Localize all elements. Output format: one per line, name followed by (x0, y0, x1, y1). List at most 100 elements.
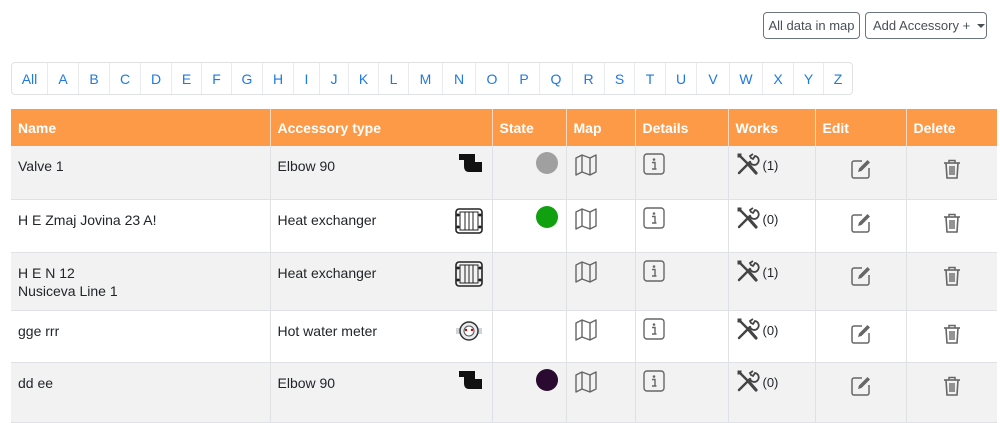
cell-works: (0) (728, 199, 816, 253)
caret-down-icon (977, 23, 986, 28)
alpha-filter-all[interactable]: All (12, 63, 47, 94)
alpha-filter-l[interactable]: L (378, 63, 408, 94)
map-icon[interactable] (574, 146, 628, 176)
works-count: (1) (762, 158, 779, 173)
alpha-filter-t[interactable]: T (634, 63, 665, 94)
works-link[interactable]: (1) (736, 146, 808, 179)
alpha-filter-m[interactable]: M (408, 63, 442, 94)
cell-delete (906, 146, 997, 200)
info-icon[interactable] (642, 253, 721, 282)
state-indicator (535, 205, 558, 228)
alpha-filter-i[interactable]: I (293, 63, 319, 94)
works-link[interactable]: (0) (736, 311, 808, 344)
alpha-filter-e[interactable]: E (171, 63, 201, 94)
works-count: (0) (762, 322, 779, 338)
cell-delete (906, 199, 997, 253)
cell-state (492, 310, 567, 363)
trash-icon[interactable] (914, 146, 991, 180)
name-line-1: H E N 12 (18, 264, 75, 281)
alpha-filter-s[interactable]: S (604, 63, 634, 94)
name-line-1: H E Zmaj Jovina 23 A! (18, 211, 157, 228)
works-link[interactable]: (0) (736, 200, 808, 233)
alpha-filter-v[interactable]: V (696, 63, 729, 94)
edit-icon[interactable] (823, 200, 899, 234)
name-line-1: gge rrr (18, 322, 60, 339)
works-link[interactable]: (0) (736, 363, 808, 396)
alpha-filter-g[interactable]: G (231, 63, 262, 94)
cell-map (566, 252, 636, 311)
cell-edit (815, 362, 907, 423)
map-icon[interactable] (574, 363, 628, 393)
map-icon[interactable] (574, 311, 628, 341)
info-icon[interactable] (642, 311, 721, 340)
alphabet-filter: All A B C D E F G H I J K L M N O P Q R S T U V W X Y Z (11, 62, 853, 95)
top-toolbar: All data in map Add Accessory + (763, 12, 987, 39)
alpha-filter-j[interactable]: J (319, 63, 348, 94)
works-count: (1) (762, 264, 779, 280)
edit-icon[interactable] (823, 363, 899, 397)
map-icon[interactable] (574, 200, 628, 230)
alpha-filter-k[interactable]: K (348, 63, 378, 94)
alpha-filter-q[interactable]: Q (539, 63, 572, 94)
heat-exchanger-icon (454, 259, 484, 292)
table-row: Valve 1 Elbow 90 (1) (11, 146, 997, 200)
alpha-filter-d[interactable]: D (140, 63, 171, 94)
alpha-filter-r[interactable]: R (572, 63, 604, 94)
alpha-filter-x[interactable]: X (762, 63, 793, 94)
header-delete: Delete (906, 109, 997, 146)
state-indicator (535, 152, 558, 174)
table-row: H E Zmaj Jovina 23 A! Heat exchanger (0) (11, 199, 997, 253)
cell-delete (906, 362, 997, 423)
cell-edit (815, 310, 907, 363)
trash-icon[interactable] (914, 311, 991, 345)
works-count: (0) (762, 211, 779, 227)
accessories-table: Name Accessory type State Map Details Wo… (11, 109, 997, 423)
cell-details (635, 146, 729, 200)
alpha-filter-h[interactable]: H (262, 63, 293, 94)
trash-icon[interactable] (914, 253, 991, 287)
alpha-filter-n[interactable]: N (442, 63, 475, 94)
info-icon[interactable] (642, 146, 721, 175)
cell-map (566, 310, 636, 363)
cell-state (492, 362, 567, 423)
alpha-filter-b[interactable]: B (78, 63, 109, 94)
cell-delete (906, 310, 997, 363)
elbow-icon (458, 369, 484, 394)
cell-edit (815, 252, 907, 311)
alpha-filter-u[interactable]: U (665, 63, 696, 94)
alpha-filter-a[interactable]: A (47, 63, 78, 94)
header-works: Works (728, 109, 816, 146)
state-indicator (535, 368, 558, 391)
all-data-in-map-button[interactable]: All data in map (763, 12, 860, 39)
alpha-filter-f[interactable]: F (201, 63, 231, 94)
header-accessory-type[interactable]: Accessory type (270, 109, 493, 146)
cell-delete (906, 252, 997, 311)
info-icon[interactable] (642, 363, 721, 392)
header-name[interactable]: Name (11, 109, 271, 146)
edit-icon[interactable] (823, 311, 899, 345)
accessory-type-text: Elbow 90 (277, 158, 336, 174)
info-icon[interactable] (642, 200, 721, 229)
edit-icon[interactable] (823, 146, 899, 180)
cell-name: H E N 12 Nusiceva Line 1 (11, 252, 271, 311)
cell-map (566, 362, 636, 423)
cell-works: (1) (728, 146, 816, 200)
edit-icon[interactable] (823, 253, 899, 287)
cell-state (492, 199, 567, 253)
cell-name: Valve 1 (11, 146, 271, 200)
elbow-icon (458, 152, 484, 177)
trash-icon[interactable] (914, 200, 991, 234)
alpha-filter-c[interactable]: C (109, 63, 140, 94)
trash-icon[interactable] (914, 363, 991, 397)
add-accessory-dropdown[interactable]: Add Accessory + (865, 12, 987, 39)
works-link[interactable]: (1) (736, 253, 808, 286)
alpha-filter-w[interactable]: W (729, 63, 762, 94)
alpha-filter-p[interactable]: P (508, 63, 539, 94)
alpha-filter-y[interactable]: Y (793, 63, 823, 94)
cell-accessory-type: Heat exchanger (270, 252, 493, 311)
map-icon[interactable] (574, 253, 628, 283)
cell-accessory-type: Elbow 90 (270, 146, 493, 200)
alpha-filter-z[interactable]: Z (823, 63, 852, 94)
tools-icon (736, 259, 760, 286)
alpha-filter-o[interactable]: O (475, 63, 508, 94)
